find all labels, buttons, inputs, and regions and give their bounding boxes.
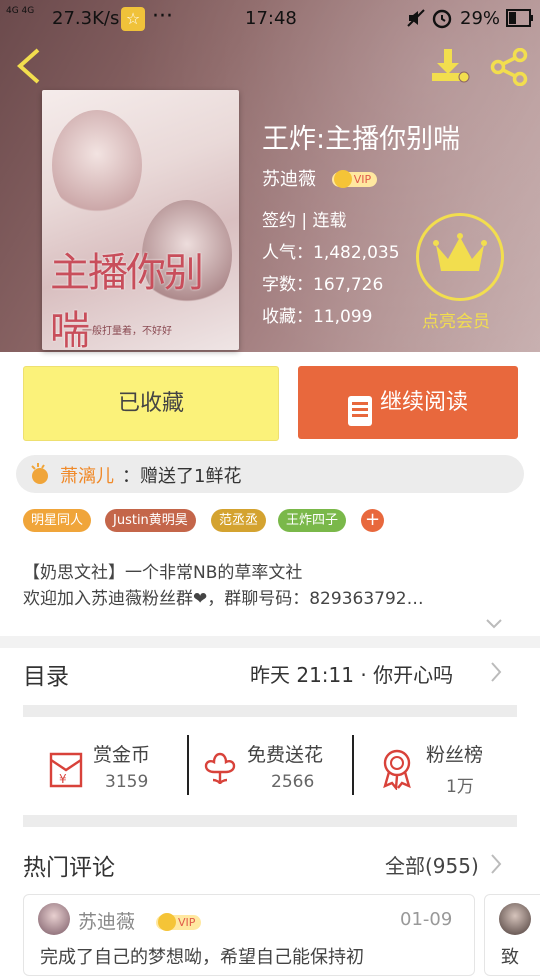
membership-label[interactable]: 点亮会员 <box>422 307 490 332</box>
back-button[interactable] <box>14 47 44 89</box>
book-icon <box>346 385 374 458</box>
chevron-right-icon <box>490 661 502 687</box>
clock: 17:48 <box>245 8 297 29</box>
tag-item[interactable]: 范丞丞 <box>211 509 267 532</box>
share-button[interactable] <box>490 47 530 90</box>
chevron-right-icon <box>490 853 502 879</box>
battery-percent: 29% <box>460 8 501 29</box>
section-divider <box>23 815 517 827</box>
favorite-count: 收藏：11,099 <box>262 307 373 327</box>
avatar[interactable] <box>38 903 70 935</box>
comment-text: 完成了自己的梦想呦，希望自己能保持初 <box>40 947 364 968</box>
crown-icon <box>433 233 487 271</box>
add-tag-button[interactable]: + <box>361 509 384 532</box>
section-divider <box>0 636 540 648</box>
tag-item[interactable]: 王炸四子 <box>278 509 347 532</box>
comments-header: 热门评论 全部(955) <box>0 838 540 888</box>
gift-text: ：赠送了1鲜花 <box>122 466 242 487</box>
network-speed: 27.3K/s <box>52 8 120 29</box>
download-icon <box>432 49 470 83</box>
toc-label: 目录 <box>23 664 69 690</box>
status-bar: 4G 4G 27.3K/s ☆ ··· 17:48 29% <box>0 0 540 38</box>
book-status: 签约 | 连载 <box>262 211 347 231</box>
coin-envelope-icon: ¥ <box>49 752 83 788</box>
network-indicator: 4G 4G <box>6 6 35 16</box>
cover-subtitle: 一般打量着，不好好 <box>82 326 172 337</box>
continue-reading-button[interactable]: 继续阅读 <box>298 366 518 439</box>
comment-card[interactable]: 苏迪薇 VIP 01-09 完成了自己的梦想呦，希望自己能保持初 <box>23 894 475 976</box>
membership-button[interactable] <box>416 213 504 301</box>
word-count: 字数：167,726 <box>262 275 384 295</box>
stats-bar: ¥ 赏金币 3159 免费送花 2566 粉丝榜 1万 <box>23 720 517 815</box>
gift-notice[interactable]: 萧漓儿 ：赠送了1鲜花 <box>16 455 524 493</box>
section-divider <box>23 705 517 717</box>
tag-item[interactable]: 明星同人 <box>23 509 92 532</box>
latest-chapter: 昨天 21:11 · 你开心吗 <box>250 663 454 687</box>
comment-card[interactable]: 致 <box>484 894 540 976</box>
author-name: 苏迪薇 <box>262 169 316 190</box>
gift-user[interactable]: 萧漓儿 <box>60 462 114 488</box>
notification-icon: ☆ <box>121 7 145 31</box>
book-title: 王炸:主播你别喘 <box>262 124 461 155</box>
chevron-down-icon <box>486 619 502 629</box>
favorited-button[interactable]: 已收藏 <box>23 366 279 441</box>
toc-row[interactable]: 目录 昨天 21:11 · 你开心吗 <box>0 648 540 698</box>
medal-icon <box>383 749 411 790</box>
avatar[interactable] <box>499 903 531 935</box>
comment-author[interactable]: 苏迪薇 <box>78 907 135 934</box>
alarm-icon <box>431 7 453 34</box>
stat-reward[interactable]: ¥ 赏金币 3159 <box>23 720 188 815</box>
comment-date: 01-09 <box>400 909 453 930</box>
stat-divider <box>352 735 354 795</box>
expand-description-button[interactable] <box>486 615 502 634</box>
stat-flower[interactable]: 免费送花 2566 <box>193 720 353 815</box>
battery-icon <box>506 9 534 32</box>
vip-badge: VIP <box>331 170 378 188</box>
all-comments-link[interactable]: 全部(955) <box>385 850 479 879</box>
share-icon <box>490 47 528 87</box>
comments-title: 热门评论 <box>23 855 115 881</box>
vip-crown-icon <box>333 170 352 188</box>
stat-divider <box>187 735 189 795</box>
vip-badge: VIP <box>156 913 202 931</box>
comment-text: 致 <box>501 947 519 968</box>
svg-text:¥: ¥ <box>59 772 67 786</box>
stat-fans[interactable]: 粉丝榜 1万 <box>358 720 518 815</box>
book-description[interactable]: 【奶思文社】一个非常NB的草率文社 欢迎加入苏迪薇粉丝群❤，群聊号码：82936… <box>23 560 517 612</box>
continue-reading-label: 继续阅读 <box>380 390 469 415</box>
download-button[interactable] <box>430 47 472 89</box>
book-cover[interactable]: 主播你别喘 一般打量着，不好好 <box>42 90 239 350</box>
more-notifications: ··· <box>152 4 173 29</box>
applause-icon <box>28 462 52 490</box>
chevron-left-icon <box>16 48 40 84</box>
popularity: 人气：1,482,035 <box>262 243 400 263</box>
flower-icon <box>204 752 236 785</box>
tag-item[interactable]: Justin黄明昊 <box>105 509 196 532</box>
mute-icon <box>405 7 427 34</box>
author-row[interactable]: 苏迪薇 VIP <box>262 165 378 191</box>
vip-crown-icon <box>158 913 176 931</box>
